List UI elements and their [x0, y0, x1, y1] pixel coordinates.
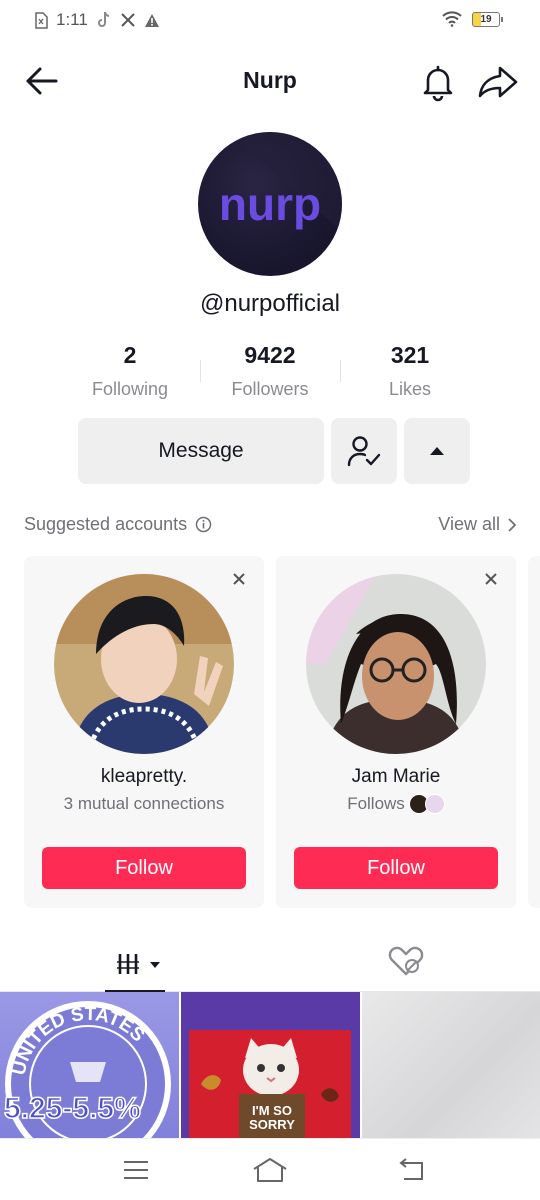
- profile-header: Nurp: [0, 54, 540, 110]
- status-left: 1:11: [34, 10, 160, 30]
- suggested-name: kleapretty.: [100, 766, 188, 787]
- battery-level: 19: [480, 13, 492, 25]
- suggested-avatar[interactable]: [54, 574, 234, 754]
- wifi-icon: [442, 11, 462, 27]
- profile-handle: @nurpofficial: [200, 290, 340, 317]
- follow-button[interactable]: Follow: [294, 847, 498, 889]
- close-icon: [233, 573, 245, 585]
- content-tabs: [0, 930, 540, 992]
- nurp-logo: nurp: [219, 132, 342, 232]
- nav-menu-button[interactable]: [116, 1155, 156, 1185]
- battery-icon: 19: [472, 11, 503, 27]
- sim-icon: [35, 11, 48, 29]
- nav-back-button[interactable]: [392, 1155, 432, 1185]
- suggested-title: Suggested accounts: [24, 514, 212, 535]
- likes-count: 321: [390, 342, 430, 368]
- warning-icon: [144, 13, 159, 27]
- video-caption: 5.25-5.5%: [3, 1091, 141, 1126]
- follow-button[interactable]: Follow: [42, 847, 246, 889]
- follows-text: Follows: [347, 794, 405, 813]
- mutual-text: 3 mutual connections: [63, 794, 225, 813]
- suggested-header: Suggested accounts View all: [24, 514, 516, 540]
- notifications-button[interactable]: [418, 62, 458, 102]
- suggested-name: Jam Marie: [351, 766, 441, 787]
- page-title: Nurp: [243, 67, 297, 93]
- video-thumbnail[interactable]: [362, 992, 540, 1138]
- message-button[interactable]: Message: [78, 418, 324, 484]
- video-thumbnail[interactable]: I'M SO SORRY: [181, 992, 360, 1138]
- suggested-toggle-button[interactable]: [404, 418, 470, 484]
- suggested-card[interactable]: kleapretty. 3 mutual connections Follow: [24, 556, 264, 908]
- profile-stats: 2 Following 9422 Followers 321 Likes: [60, 340, 480, 410]
- x-icon: [121, 13, 135, 27]
- video-thumbnail[interactable]: UNITED STATES 5.25-5.5%: [0, 992, 179, 1138]
- mutual-avatar: [424, 794, 445, 814]
- person-photo: [306, 574, 486, 754]
- video-grid: UNITED STATES 5.25-5.5% I'M SO SORRY: [0, 992, 540, 1138]
- liked-hidden-icon: [388, 946, 424, 976]
- caret-up-icon: [430, 447, 444, 455]
- stat-likes[interactable]: 321 Likes: [340, 340, 480, 410]
- nav-home-button[interactable]: [250, 1155, 290, 1185]
- menu-icon: [124, 1161, 148, 1179]
- view-all-text: View all: [438, 514, 500, 534]
- suggested-subtitle: 3 mutual connections: [24, 794, 264, 814]
- followers-label: Followers: [231, 379, 309, 399]
- profile-avatar[interactable]: nurp: [198, 132, 342, 276]
- stat-followers[interactable]: 9422 Followers: [200, 340, 340, 410]
- likes-label: Likes: [388, 379, 432, 399]
- followers-count: 9422: [244, 342, 296, 368]
- person-photo: [54, 574, 234, 754]
- profile-actions: Message: [78, 418, 470, 484]
- close-icon: [485, 573, 497, 585]
- following-status-button[interactable]: [331, 418, 397, 484]
- home-icon: [253, 1158, 287, 1182]
- tab-videos[interactable]: [105, 930, 165, 992]
- tiktok-icon: [97, 11, 109, 27]
- share-button[interactable]: [476, 62, 520, 102]
- status-right: 19: [442, 11, 503, 27]
- share-icon: [478, 66, 518, 98]
- video-caption: I'M SO SORRY: [249, 1103, 295, 1132]
- stat-following[interactable]: 2 Following: [60, 340, 200, 410]
- suggested-card-peek[interactable]: [528, 556, 540, 908]
- grid-icon: [117, 954, 160, 974]
- info-icon[interactable]: [195, 516, 212, 533]
- suggested-avatar[interactable]: [306, 574, 486, 754]
- view-all-link[interactable]: View all: [438, 514, 516, 535]
- status-time: 1:11: [56, 10, 88, 29]
- suggested-subtitle: Follows: [276, 794, 516, 814]
- dismiss-button[interactable]: [230, 570, 248, 588]
- dismiss-button[interactable]: [482, 570, 500, 588]
- logo-text: nurp: [219, 178, 321, 230]
- following-label: Following: [91, 379, 169, 399]
- following-count: 2: [123, 342, 137, 368]
- back-icon: [399, 1158, 423, 1180]
- system-nav-bar: [0, 1138, 540, 1200]
- bell-icon: [423, 65, 453, 102]
- person-check-icon: [347, 436, 381, 467]
- suggested-title-text: Suggested accounts: [24, 514, 188, 534]
- tab-liked[interactable]: [386, 944, 426, 978]
- suggested-card[interactable]: Jam Marie Follows Follow: [276, 556, 516, 908]
- status-bar: 1:11 19: [0, 0, 540, 44]
- chevron-right-icon: [508, 517, 516, 532]
